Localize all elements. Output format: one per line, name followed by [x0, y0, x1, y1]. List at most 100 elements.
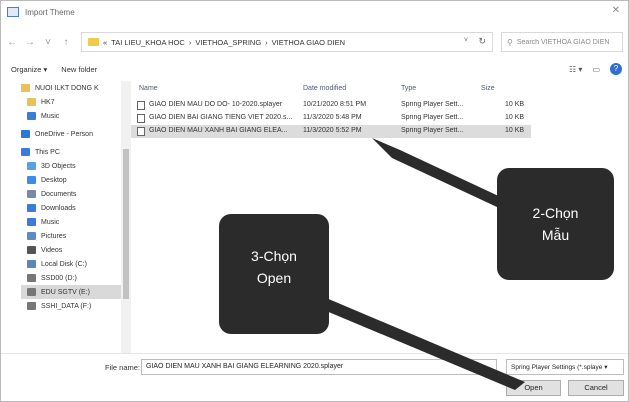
column-name[interactable]: Name — [139, 85, 158, 92]
file-date: 10/21/2020 8:51 PM — [303, 101, 367, 108]
file-row-selected[interactable]: GIAO DIEN MAU XANH BAI GIANG ELEA... 11/… — [131, 125, 531, 138]
callout-step-3: 3-Chọn Open — [219, 214, 329, 334]
sidebar-item-label: Downloads — [41, 204, 76, 212]
close-icon[interactable]: ✕ — [612, 5, 620, 16]
music-icon — [27, 218, 36, 226]
folder-icon — [27, 98, 36, 106]
view-options-icon[interactable]: ☷ ▾ — [569, 65, 582, 74]
window-title: Import Theme — [25, 7, 75, 17]
new-folder-button[interactable]: New folder — [61, 65, 97, 74]
search-placeholder: Search VIETHOA GIAO DIEN — [516, 38, 610, 46]
folder-icon — [21, 84, 30, 92]
title-bar: Import Theme ✕ — [1, 1, 628, 23]
sidebar-item[interactable]: EDU SGTV (E:) — [21, 285, 121, 299]
search-icon: ⚲ — [507, 37, 513, 47]
sidebar-item[interactable]: SSHI_DATA (F:) — [21, 299, 121, 313]
file-size: 10 KB — [505, 127, 525, 134]
drive-icon — [27, 288, 36, 296]
sidebar-item[interactable]: This PC — [21, 145, 121, 159]
sidebar-item[interactable]: Music — [21, 215, 121, 229]
cloud-icon — [21, 130, 30, 138]
sidebar-item[interactable]: HK7 — [21, 95, 121, 109]
file-type: Spring Player Sett... — [401, 114, 464, 121]
search-input[interactable]: ⚲ Search VIETHOA GIAO DIEN — [501, 32, 623, 52]
file-icon — [137, 114, 145, 123]
column-type[interactable]: Type — [401, 85, 416, 92]
sidebar-item[interactable]: Pictures — [21, 229, 121, 243]
sidebar-item-label: SSD00 (D:) — [41, 274, 77, 282]
back-icon[interactable]: ← — [5, 37, 19, 48]
sidebar-item[interactable]: Desktop — [21, 173, 121, 187]
navigation-pane: NUOI ILKT DONG K HK7 Music OneDrive - Perso… — [21, 81, 121, 353]
file-type: Spring Player Sett... — [401, 101, 464, 108]
navigation-scrollbar[interactable] — [121, 81, 131, 353]
breadcrumb-viethoa-spring[interactable]: VIETHOA_SPRING — [195, 38, 261, 47]
file-name: GIAO DIEN MAU XANH BAI GIANG ELEA... — [149, 127, 288, 134]
music-icon — [27, 112, 36, 120]
sidebar-item[interactable]: Music — [21, 109, 121, 123]
sidebar-item-label: OneDrive - Person — [35, 130, 93, 138]
cancel-button[interactable]: Cancel — [568, 380, 624, 396]
column-size[interactable]: Size — [481, 85, 495, 92]
file-name: GIAO DIEN MAU DO DO- 10-2020.splayer — [149, 101, 283, 108]
command-bar: Organize ▾ New folder ☷ ▾ ▭ ? — [1, 61, 628, 77]
sidebar-item[interactable]: Videos — [21, 243, 121, 257]
callout-step-2-line-2: Mẫu — [541, 227, 570, 243]
cube-icon — [27, 162, 36, 170]
callout-step-3-line-1: 3-Chọn — [251, 248, 297, 264]
up-icon[interactable]: ↑ — [59, 37, 73, 48]
organize-button[interactable]: Organize ▾ — [11, 65, 47, 74]
breadcrumb-separator: › — [188, 37, 192, 47]
chevron-down-icon[interactable]: ˅ — [41, 37, 55, 48]
sidebar-item-label: Local Disk (C:) — [41, 260, 87, 268]
sidebar-item-label: EDU SGTV (E:) — [41, 288, 91, 296]
sidebar-item-label: Pictures — [41, 232, 67, 240]
callout-step-2-line-1: 2-Chọn — [532, 205, 579, 221]
pc-icon — [21, 148, 30, 156]
file-row[interactable]: GIAO DIEN MAU DO DO- 10-2020.splayer 10/… — [131, 99, 531, 112]
sidebar-item[interactable]: NUOI ILKT DONG K — [21, 81, 121, 95]
breadcrumb-viethoa-giao-dien[interactable]: VIETHOA GIAO DIEN — [272, 38, 345, 47]
file-icon — [137, 127, 145, 136]
breadcrumb-separator: › — [265, 37, 268, 47]
sidebar-item[interactable]: OneDrive - Person — [21, 127, 121, 141]
sidebar-item[interactable]: SSD00 (D:) — [21, 271, 121, 285]
address-bar[interactable]: « TAI LIEU_KHOA HOC › VIETHOA_SPRING › V… — [81, 32, 493, 52]
sidebar-item-label: Documents — [41, 190, 77, 198]
sidebar-item[interactable]: Local Disk (C:) — [21, 257, 121, 271]
refresh-icon[interactable]: ↻ — [478, 36, 486, 47]
drive-icon — [27, 274, 36, 282]
chevron-down-icon[interactable]: ˅ — [464, 37, 468, 44]
open-button[interactable]: Open — [506, 380, 561, 396]
sidebar-item-label: This PC — [35, 148, 60, 156]
download-icon — [27, 204, 36, 212]
file-icon — [137, 101, 145, 110]
sidebar-item[interactable]: Documents — [21, 187, 121, 201]
breadcrumb-overflow[interactable]: « — [103, 38, 107, 47]
file-type-filter[interactable]: Spring Player Settings (*.splaye ▾ — [506, 359, 624, 375]
sidebar-item[interactable]: Downloads — [21, 201, 121, 215]
sidebar-item-label: Music — [41, 112, 60, 120]
file-date: 11/3/2020 5:48 PM — [303, 114, 362, 121]
file-size: 10 KB — [505, 114, 525, 121]
breadcrumb-tai-lieu[interactable]: TAI LIEU_KHOA HOC — [111, 38, 185, 47]
file-name-field[interactable]: GIAO DIEN MAU XANH BAI GIANG ELEARNING 2… — [141, 359, 497, 375]
file-size: 10 KB — [505, 101, 525, 108]
file-date: 11/3/2020 5:52 PM — [303, 127, 362, 134]
drive-icon — [27, 302, 36, 310]
sidebar-item-label: Music — [41, 218, 60, 226]
help-icon[interactable]: ? — [610, 63, 622, 75]
file-type: Spring Player Sett... — [401, 127, 464, 134]
drive-icon — [27, 260, 36, 268]
sidebar-item-label: Desktop — [41, 176, 67, 184]
document-icon — [27, 190, 36, 198]
desktop-icon — [27, 176, 36, 184]
picture-icon — [27, 232, 36, 240]
preview-pane-icon[interactable]: ▭ — [592, 65, 600, 74]
sidebar-item-label: 3D Objects — [41, 162, 76, 170]
column-date-modified[interactable]: Date modified — [303, 85, 346, 92]
file-row[interactable]: GIAO DIEN BAI GIANG TIENG VIET 2020.s...… — [131, 112, 531, 125]
sidebar-item[interactable]: 3D Objects — [21, 159, 121, 173]
scrollbar-thumb[interactable] — [123, 149, 129, 299]
forward-icon[interactable]: → — [23, 37, 37, 48]
